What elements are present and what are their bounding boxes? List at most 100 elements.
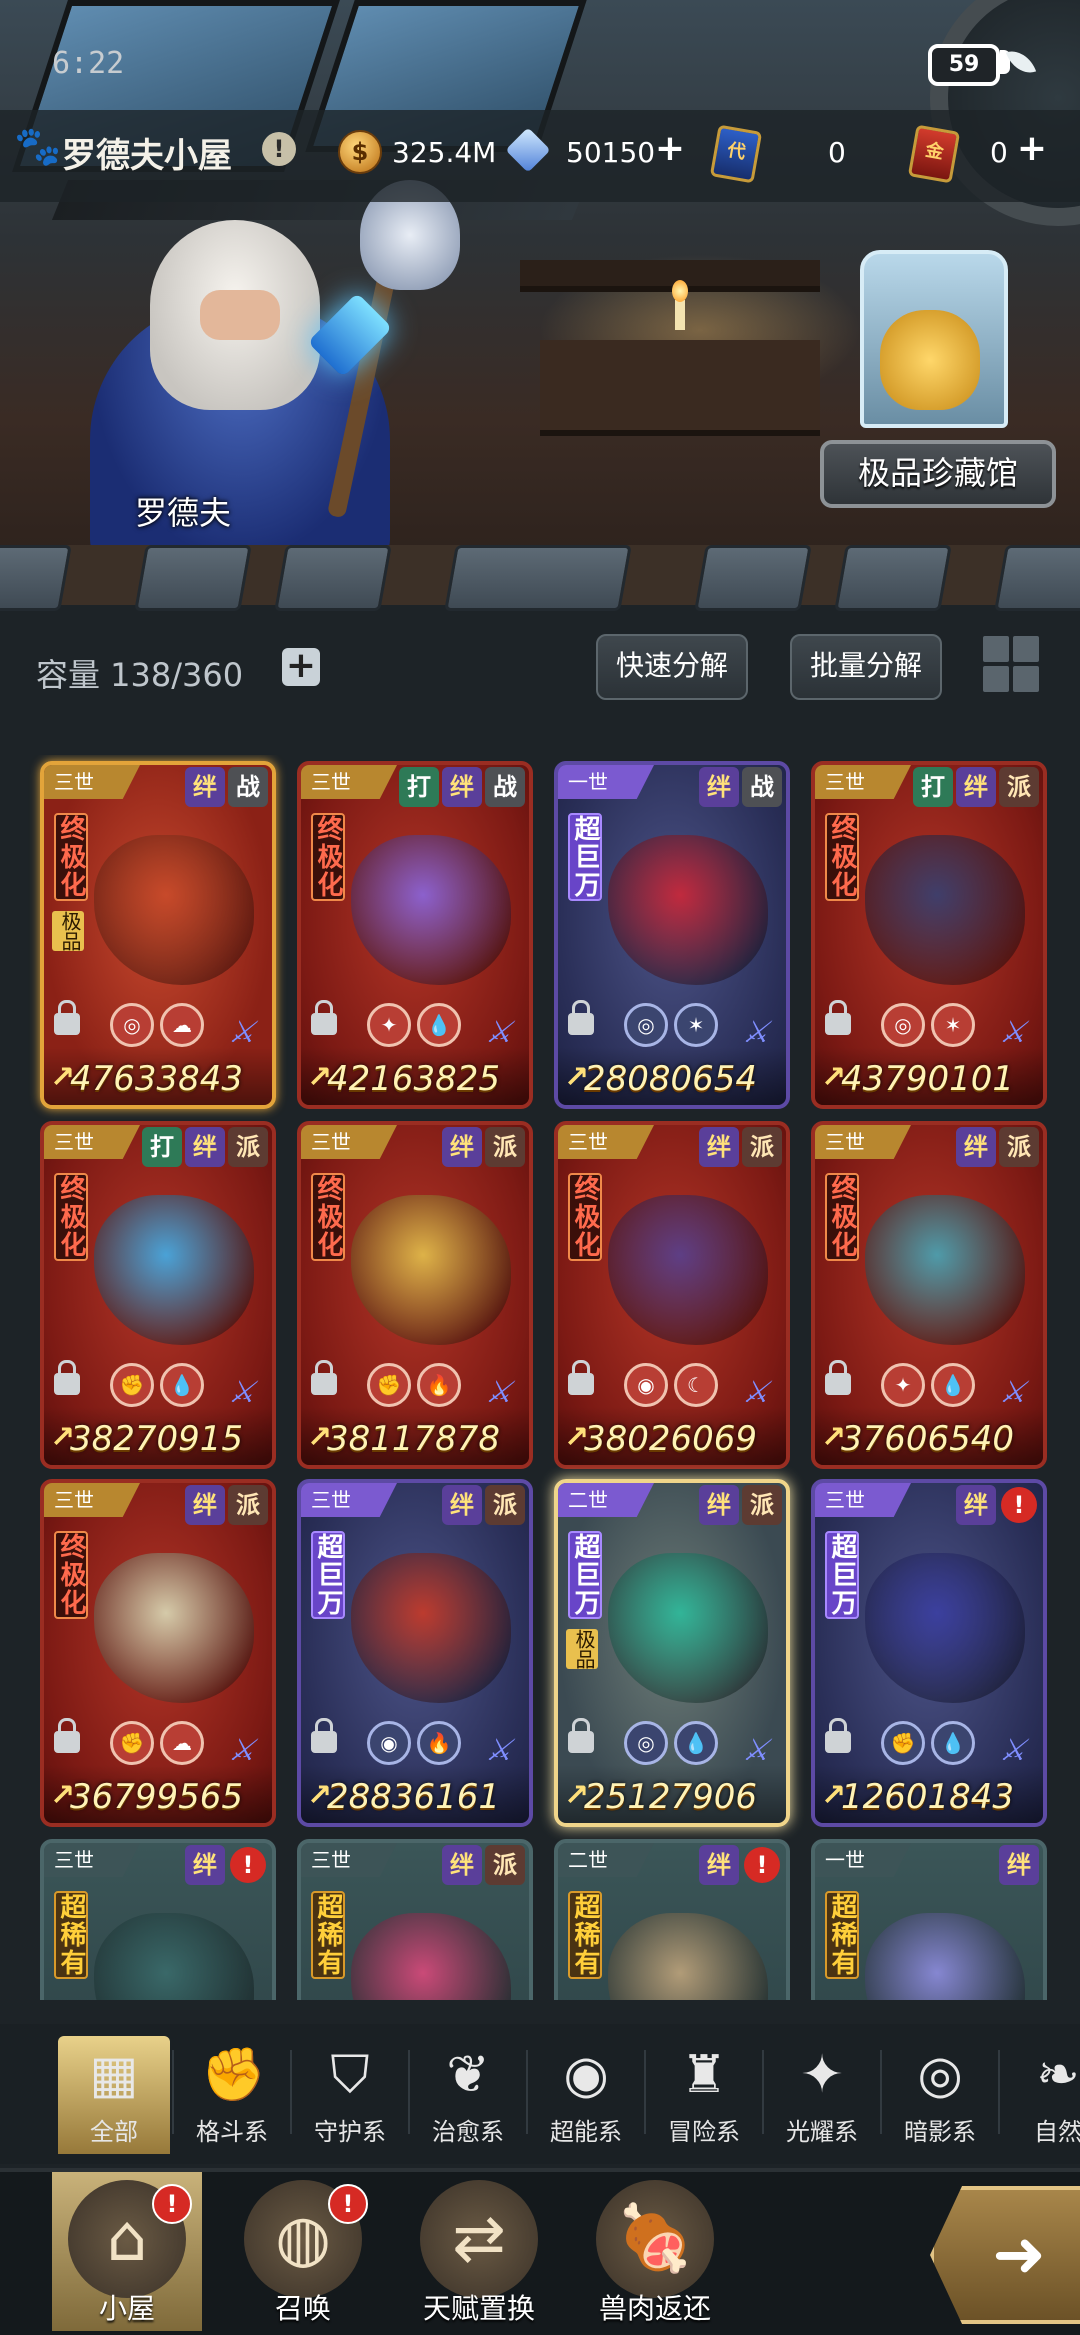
lock-icon[interactable] [311,1360,337,1395]
info-icon[interactable]: ! [262,132,296,166]
lock-icon[interactable] [568,1718,594,1753]
pet-card[interactable]: 三世 绊! 超巨万 ✊ 💧 ⚔ ↗ 12601843 [811,1479,1047,1827]
nav-label: 召唤 [274,2292,331,2325]
tab-sprout[interactable]: ❦ 治愈系 [412,2036,524,2154]
lock-icon[interactable] [311,1718,337,1753]
rarity-badge: 终极化 [825,1173,859,1261]
power-row: ↗ 28836161 [301,1765,529,1823]
lock-icon[interactable] [54,1360,80,1395]
tab-leaf[interactable]: ❧ 自然 [1002,2036,1080,2154]
card-tags: 打绊派 [913,767,1039,807]
expand-capacity-button[interactable]: + [282,648,320,686]
batch-decompose-button[interactable]: 批量分解 [790,634,942,700]
next-arrow-button[interactable]: ➜ [930,2186,1080,2324]
pet-card[interactable]: 三世 绊! 超稀有 [40,1839,276,2000]
tab-sun[interactable]: ✦ 光耀系 [766,2036,878,2154]
tab-fist[interactable]: ✊ 格斗系 [176,2036,288,2154]
tab-alien[interactable]: ◉ 超能系 [530,2036,642,2154]
card-tags: 绊战 [185,767,268,807]
nav-house[interactable]: ⌂ 小屋! [52,2172,202,2331]
capacity-label: 容量 138/360 [36,656,244,694]
element-icon: ✶ [931,1003,975,1047]
power-row: ↗ 36799565 [44,1765,272,1823]
add-tickets-button[interactable]: + [1016,131,1048,167]
rarity-badge: 超巨万 [568,1531,602,1619]
pet-portrait [351,1553,511,1703]
floor-plank [134,545,252,611]
lock-icon[interactable] [825,1718,851,1753]
combat-power: 42163825 [327,1059,501,1099]
pet-card[interactable]: 二世 绊派超巨万 极品 ◎ 💧 ⚔ ↗ 25127906 [554,1479,790,1827]
alert-icon[interactable]: ! [744,1847,780,1883]
room-title: 罗德夫小屋 [62,136,232,176]
shield-icon: ⛉ [330,2045,370,2105]
pet-card[interactable]: 二世 绊! 超稀有 [554,1839,790,2000]
nav-swap[interactable]: ⇄ 天赋置换 [404,2172,554,2331]
alert-icon[interactable]: ! [230,1847,266,1883]
bond-tag: 绊 [185,767,225,807]
lock-icon[interactable] [825,1000,851,1035]
pet-portrait [608,1553,768,1703]
pet-card[interactable]: 三世 绊派终极化 ◉ ☾ ⚔ ↗ 38026069 [554,1121,790,1469]
pet-card[interactable]: 三世 绊派终极化 ✊ ☁ ⚔ ↗ 36799565 [40,1479,276,1827]
pet-card[interactable]: 三世 绊派超巨万 ◉ 🔥 ⚔ ↗ 28836161 [297,1479,533,1827]
tab-divider [644,2050,646,2134]
nav-egg[interactable]: ◍ 召唤! [228,2172,378,2331]
element-icon: ◎ [110,1003,154,1047]
tab-label: 超能系 [550,2118,622,2146]
skill-slash-icon: ⚔ [738,1375,779,1410]
element-icon: ◉ [367,1721,411,1765]
skill-slash-icon: ⚔ [481,1015,522,1050]
card-era: 三世 [44,765,140,799]
lock-icon[interactable] [54,1000,80,1035]
tab-divider [998,2050,1000,2134]
tab-label: 守护系 [314,2118,386,2146]
grid-view-icon[interactable] [983,636,1039,692]
nav-meat[interactable]: 🍖 兽肉返还 [580,2172,730,2331]
bond-tag: 绊 [956,1485,996,1525]
museum-button[interactable]: 极品珍藏馆 [820,440,1056,508]
alert-icon[interactable]: ! [1001,1487,1037,1523]
candle-flame [672,280,688,302]
tab-tower[interactable]: ♜ 冒险系 [648,2036,760,2154]
battle-tag: 战 [485,767,525,807]
faction-tag: 派 [485,1127,525,1167]
pet-card[interactable]: 三世 绊派终极化 ✦ 💧 ⚔ ↗ 37606540 [811,1121,1047,1469]
pet-portrait [351,1913,511,2000]
pet-card[interactable]: 三世 绊派超稀有 [297,1839,533,2000]
lock-icon[interactable] [825,1360,851,1395]
alien-icon: ◉ [563,2045,609,2105]
golden-cat-statue[interactable] [880,310,980,410]
lock-icon[interactable] [54,1718,80,1753]
element-icon: ◎ [881,1003,925,1047]
tab-divider [290,2050,292,2134]
combat-power: 36799565 [70,1777,244,1817]
tab-shield[interactable]: ⛉ 守护系 [294,2036,406,2154]
pet-portrait [608,835,768,985]
pet-card[interactable]: 一世 绊超稀有 [811,1839,1047,2000]
blue-ticket-count: 0 [828,136,846,169]
pet-card[interactable]: 三世打绊战终极化 ✦ 💧 ⚔ ↗ 42163825 [297,761,533,1109]
nav-label: 天赋置换 [422,2292,535,2325]
tab-eye[interactable]: ◎ 暗影系 [884,2036,996,2154]
pet-card[interactable]: 三世 绊战终极化 极品 ◎ ☁ ⚔ ↗ 47633843 [40,761,276,1109]
element-icon: 🔥 [417,1363,461,1407]
lock-icon[interactable] [568,1360,594,1395]
skill-slash-icon: ⚔ [224,1375,265,1410]
rarity-badge: 超稀有 [54,1891,88,1979]
element-icon: ✊ [367,1363,411,1407]
pet-card[interactable]: 一世 绊战超巨万 ◎ ✶ ⚔ ↗ 28080654 [554,761,790,1109]
element-icon: 💧 [160,1363,204,1407]
quick-decompose-button[interactable]: 快速分解 [596,634,748,700]
rarity-badge: 超稀有 [568,1891,602,1979]
card-era: 三世 [558,1125,654,1159]
wizard-face [200,290,280,340]
lock-icon[interactable] [568,1000,594,1035]
card-era: 一世 [558,765,654,799]
tab-all[interactable]: ▦ 全部 [58,2036,170,2154]
pet-card[interactable]: 三世打绊派终极化 ◎ ✶ ⚔ ↗ 43790101 [811,761,1047,1109]
pet-card[interactable]: 三世 绊派终极化 ✊ 🔥 ⚔ ↗ 38117878 [297,1121,533,1469]
pet-card[interactable]: 三世打绊派终极化 ✊ 💧 ⚔ ↗ 38270915 [40,1121,276,1469]
lock-icon[interactable] [311,1000,337,1035]
add-crystals-button[interactable]: + [654,131,686,167]
